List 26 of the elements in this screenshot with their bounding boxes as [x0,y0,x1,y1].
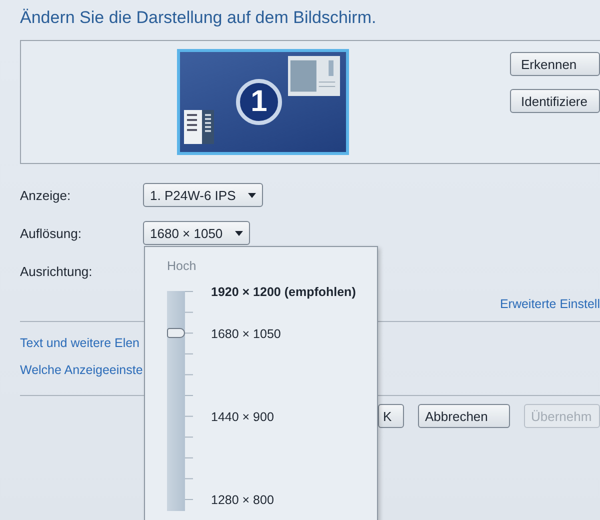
monitor-tile[interactable]: 1 [177,49,349,155]
monitor-number-badge: 1 [236,79,282,125]
caret-icon [248,192,256,198]
resolution-option[interactable]: 1280 × 800 [211,493,274,507]
field-label: Auflösung: [20,226,82,240]
page-heading: Ändern Sie die Darstellung auf dem Bildschirm. [20,8,378,29]
field-label: Anzeige: [20,188,72,202]
dropdown-field[interactable]: 1680 × 1050 [143,221,250,245]
resolution-slider-track[interactable] [167,291,185,511]
caret-icon [234,230,243,236]
resolution-option[interactable]: 1920 × 1200 (empfohlen) [211,285,356,299]
slider-thumb[interactable] [167,328,185,338]
preview-button[interactable]: Erkennen [510,52,600,76]
field-label: Ausrichtung: [20,264,94,278]
resolution-option[interactable]: 1680 × 1050 [211,326,281,341]
resolution-option[interactable]: 1440 × 900 [211,410,274,424]
start-menu-thumbnail-icon [184,110,214,146]
help-link[interactable]: Welche Anzeigeeinste [20,363,143,377]
preview-button[interactable]: Identifiziere [510,89,600,113]
dialog-button[interactable]: Abbrechen [418,404,510,428]
dialog-button[interactable]: K [378,404,404,428]
advanced-settings-link[interactable]: Erweiterte Einstell [500,297,600,311]
high-label: Hoch [167,259,198,275]
window-thumbnail-icon [288,56,340,96]
help-link[interactable]: Text und weitere Elen [20,336,140,350]
dropdown-field[interactable]: 1. P24W-6 IPS [143,183,263,207]
